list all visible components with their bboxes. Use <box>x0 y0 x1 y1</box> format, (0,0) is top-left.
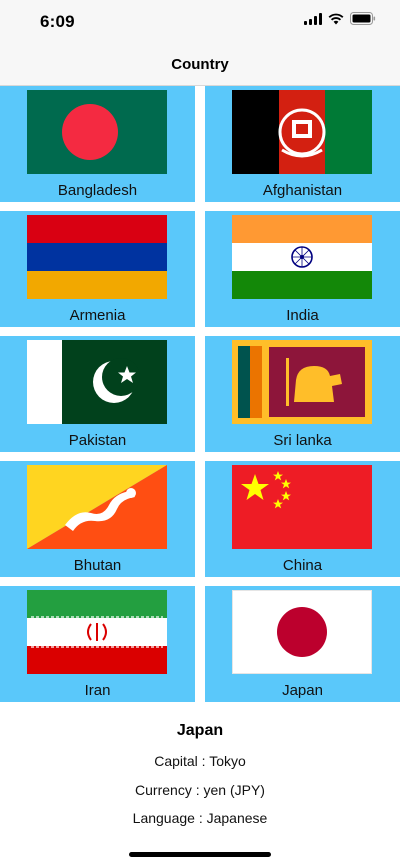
bangladesh-flag-icon <box>27 90 167 174</box>
china-flag-icon <box>232 465 372 549</box>
country-cell-afghanistan[interactable]: Afghanistan <box>205 86 400 202</box>
country-label: Armenia <box>69 307 126 324</box>
status-time: 6:09 <box>40 12 75 31</box>
country-detail-panel: Japan Capital : Tokyo Currency : yen (JP… <box>0 704 400 865</box>
currency-text: Currency : yen (JPY) <box>135 782 265 798</box>
country-label: Bhutan <box>73 557 122 574</box>
home-indicator[interactable] <box>129 852 271 857</box>
country-cell-iran[interactable]: Iran <box>0 586 195 702</box>
country-cell-japan[interactable]: Japan <box>205 586 400 702</box>
country-cell-bangladesh[interactable]: Bangladesh <box>0 86 195 202</box>
capital-text: Capital : Tokyo <box>154 753 246 769</box>
country-cell-bhutan[interactable]: Bhutan <box>0 461 195 577</box>
country-label: Pakistan <box>68 432 127 449</box>
battery-icon <box>350 12 376 30</box>
country-cell-india[interactable]: India <box>205 211 400 327</box>
india-flag-icon <box>232 215 372 299</box>
status-bar: 6:09 <box>0 0 400 44</box>
country-label: Afghanistan <box>262 182 343 199</box>
pakistan-flag-icon <box>27 340 167 424</box>
status-icons <box>304 12 376 30</box>
country-cell-china[interactable]: China <box>205 461 400 577</box>
country-label: India <box>286 307 319 324</box>
bhutan-flag-icon <box>27 465 167 549</box>
country-label: Japan <box>282 682 323 699</box>
japan-flag-icon <box>232 590 372 674</box>
country-label: China <box>282 557 323 574</box>
country-grid: Bangladesh Afghanistan Armenia India Pak… <box>0 86 400 704</box>
signal-icon <box>304 12 322 30</box>
iran-flag-icon <box>27 590 167 674</box>
language-text: Language : Japanese <box>132 810 268 826</box>
page-title: Country <box>171 56 229 73</box>
afghanistan-flag-icon <box>232 90 372 174</box>
country-cell-armenia[interactable]: Armenia <box>0 211 195 327</box>
country-label: Bangladesh <box>57 182 138 199</box>
armenia-flag-icon <box>27 215 167 299</box>
country-label: Iran <box>84 682 111 699</box>
selected-country-name: Japan <box>176 722 224 739</box>
country-cell-pakistan[interactable]: Pakistan <box>0 336 195 452</box>
country-cell-sri-lanka[interactable]: Sri lanka <box>205 336 400 452</box>
country-label: Sri lanka <box>273 432 332 449</box>
sri-lanka-flag-icon <box>232 340 372 424</box>
wifi-icon <box>328 12 344 30</box>
navigation-bar: Country <box>0 44 400 86</box>
